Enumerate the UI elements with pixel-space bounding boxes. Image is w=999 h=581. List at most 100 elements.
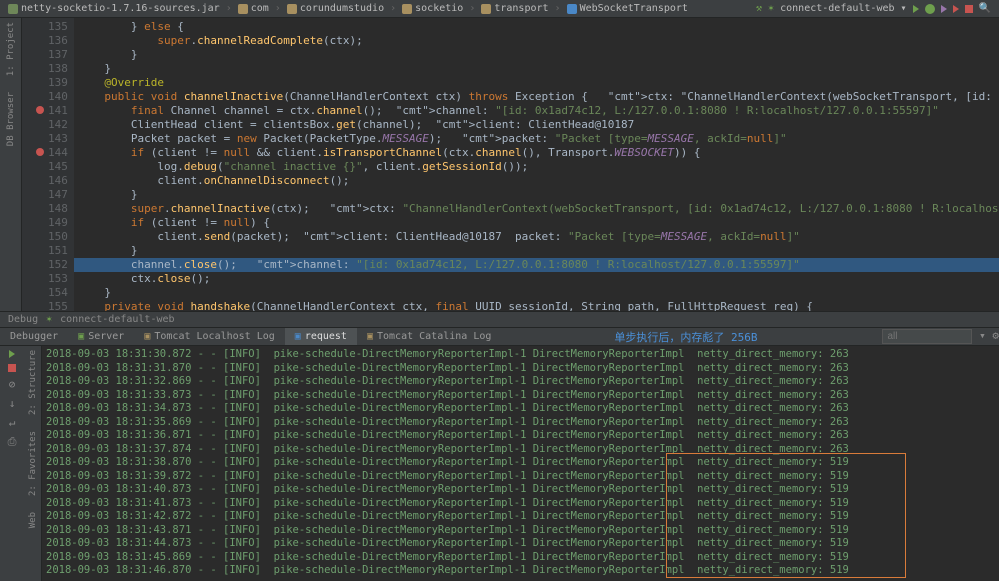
log-line[interactable]: 2018-09-03 18:31:31.870 - - [INFO] pike-… <box>46 362 995 376</box>
code-line[interactable]: client.onChannelDisconnect(); <box>74 174 999 188</box>
line-number[interactable]: 149 <box>36 216 68 230</box>
print-icon[interactable]: ⎙ <box>8 435 17 449</box>
editor[interactable]: 1351361371381391401411421431441451461471… <box>22 18 999 311</box>
line-number[interactable]: 138 <box>36 62 68 76</box>
line-number[interactable]: 137 <box>36 48 68 62</box>
line-number[interactable]: 141 <box>36 104 68 118</box>
chevron-right-icon: › <box>275 3 281 14</box>
log-line[interactable]: 2018-09-03 18:31:46.870 - - [INFO] pike-… <box>46 564 995 578</box>
breadcrumb-item[interactable]: com <box>238 3 269 14</box>
code-line[interactable]: ctx.close(); <box>74 272 999 286</box>
log-line[interactable]: 2018-09-03 18:31:33.873 - - [INFO] pike-… <box>46 389 995 403</box>
soft-wrap-icon[interactable]: ↵ <box>9 416 16 429</box>
settings-icon[interactable]: ⚙ <box>992 329 999 342</box>
line-number[interactable]: 146 <box>36 174 68 188</box>
web-tool-tab[interactable]: Web <box>28 512 38 528</box>
structure-tool-tab[interactable]: 2: Structure <box>28 350 38 415</box>
breadcrumb-item[interactable]: transport <box>481 3 548 14</box>
log-line[interactable]: 2018-09-03 18:31:45.869 - - [INFO] pike-… <box>46 551 995 565</box>
hammer-icon[interactable]: ⚒ <box>756 3 762 14</box>
log-line[interactable]: 2018-09-03 18:31:41.873 - - [INFO] pike-… <box>46 497 995 511</box>
code-line[interactable]: Packet packet = new Packet(PacketType.ME… <box>74 132 999 146</box>
code-line[interactable]: } <box>74 286 999 300</box>
code-line[interactable]: final Channel channel = ctx.channel(); "… <box>74 104 999 118</box>
line-number[interactable]: 153 <box>36 272 68 286</box>
scroll-icon[interactable]: ↓ <box>9 397 16 410</box>
line-number[interactable]: 152 <box>36 258 68 272</box>
log-line[interactable]: 2018-09-03 18:31:30.872 - - [INFO] pike-… <box>46 348 995 362</box>
code-line[interactable]: super.channelReadComplete(ctx); <box>74 34 999 48</box>
log-line[interactable]: 2018-09-03 18:31:39.872 - - [INFO] pike-… <box>46 470 995 484</box>
line-number[interactable]: 147 <box>36 188 68 202</box>
code-line[interactable]: ClientHead client = clientsBox.get(chann… <box>74 118 999 132</box>
line-number[interactable]: 154 <box>36 286 68 300</box>
clear-icon[interactable]: ⊘ <box>9 378 16 391</box>
log-line[interactable]: 2018-09-03 18:31:32.869 - - [INFO] pike-… <box>46 375 995 389</box>
code-line[interactable]: private void handshake(ChannelHandlerCon… <box>74 300 999 311</box>
code-line[interactable]: client.send(packet); "cmt">client: Clien… <box>74 230 999 244</box>
dropdown-icon[interactable]: ▾ <box>979 329 986 342</box>
profile-icon[interactable] <box>953 5 959 13</box>
server-tab[interactable]: ▣Server <box>68 328 134 345</box>
debug-icon[interactable] <box>925 4 935 14</box>
breadcrumb-item[interactable]: corundumstudio <box>287 3 384 14</box>
tomcat-catalina-log-tab[interactable]: ▣Tomcat Catalina Log <box>357 328 501 345</box>
log-filter-input[interactable] <box>882 329 972 344</box>
log-line[interactable]: 2018-09-03 18:31:40.873 - - [INFO] pike-… <box>46 483 995 497</box>
db-browser-tab[interactable]: DB Browser <box>6 92 16 146</box>
log-line[interactable]: 2018-09-03 18:31:44.873 - - [INFO] pike-… <box>46 537 995 551</box>
code-line[interactable]: channel.close(); "cmt">channel: "[id: 0x… <box>74 258 999 272</box>
breadcrumb-item[interactable]: netty-socketio-1.7.16-sources.jar <box>8 3 220 14</box>
breakpoint-icon[interactable] <box>36 148 44 156</box>
tomcat-localhost-log-tab[interactable]: ▣Tomcat Localhost Log <box>134 328 284 345</box>
line-number[interactable]: 139 <box>36 76 68 90</box>
stop-icon[interactable] <box>8 364 16 372</box>
line-number[interactable]: 142 <box>36 118 68 132</box>
code-line[interactable]: if (client != null) { <box>74 216 999 230</box>
code-line[interactable]: } <box>74 62 999 76</box>
log-filter: ▾ ⚙ <box>882 329 999 344</box>
breakpoint-icon[interactable] <box>36 106 44 114</box>
search-icon[interactable]: 🔍 <box>979 3 991 14</box>
code-line[interactable]: } <box>74 188 999 202</box>
line-number[interactable]: 145 <box>36 160 68 174</box>
code-line[interactable]: if (client != null && client.isTransport… <box>74 146 999 160</box>
line-number[interactable]: 140 <box>36 90 68 104</box>
favorites-tool-tab[interactable]: 2: Favorites <box>28 431 38 496</box>
run-config-selector[interactable]: ✶ connect-default-web ▾ <box>768 3 907 14</box>
code-line[interactable]: } <box>74 48 999 62</box>
breadcrumb-item[interactable]: socketio <box>402 3 463 14</box>
code-line[interactable]: } else { <box>74 20 999 34</box>
line-number[interactable]: 151 <box>36 244 68 258</box>
code-content[interactable]: } else { super.channelReadComplete(ctx);… <box>74 18 999 311</box>
code-line[interactable]: } <box>74 244 999 258</box>
line-number[interactable]: 143 <box>36 132 68 146</box>
log-line[interactable]: 2018-09-03 18:31:42.872 - - [INFO] pike-… <box>46 510 995 524</box>
log-line[interactable]: 2018-09-03 18:31:34.873 - - [INFO] pike-… <box>46 402 995 416</box>
breadcrumb-item[interactable]: WebSocketTransport <box>567 3 688 14</box>
line-number[interactable]: 144 <box>36 146 68 160</box>
console-output[interactable]: 2018-09-03 18:31:30.872 - - [INFO] pike-… <box>42 346 999 581</box>
rerun-icon[interactable] <box>9 350 15 358</box>
line-number-gutter[interactable]: 1351361371381391401411421431441451461471… <box>22 18 74 311</box>
debugger-tab[interactable]: Debugger <box>0 328 68 345</box>
run-coverage-icon[interactable] <box>941 5 947 13</box>
code-line[interactable]: log.debug("channel inactive {}", client.… <box>74 160 999 174</box>
line-number[interactable]: 148 <box>36 202 68 216</box>
line-number[interactable]: 136 <box>36 34 68 48</box>
log-line[interactable]: 2018-09-03 18:31:35.869 - - [INFO] pike-… <box>46 416 995 430</box>
log-line[interactable]: 2018-09-03 18:31:38.870 - - [INFO] pike-… <box>46 456 995 470</box>
project-tool-tab[interactable]: 1: Project <box>6 22 16 76</box>
code-line[interactable]: @Override <box>74 76 999 90</box>
run-icon[interactable] <box>913 5 919 13</box>
code-line[interactable]: public void channelInactive(ChannelHandl… <box>74 90 999 104</box>
log-line[interactable]: 2018-09-03 18:31:36.871 - - [INFO] pike-… <box>46 429 995 443</box>
stop-icon[interactable] <box>965 5 973 13</box>
request-tab[interactable]: ▣request <box>285 328 357 345</box>
code-line[interactable]: super.channelInactive(ctx); "cmt">ctx: "… <box>74 202 999 216</box>
line-number[interactable]: 150 <box>36 230 68 244</box>
line-number[interactable]: 135 <box>36 20 68 34</box>
log-line[interactable]: 2018-09-03 18:31:43.871 - - [INFO] pike-… <box>46 524 995 538</box>
line-number[interactable]: 155 <box>36 300 68 311</box>
log-line[interactable]: 2018-09-03 18:31:37.874 - - [INFO] pike-… <box>46 443 995 457</box>
